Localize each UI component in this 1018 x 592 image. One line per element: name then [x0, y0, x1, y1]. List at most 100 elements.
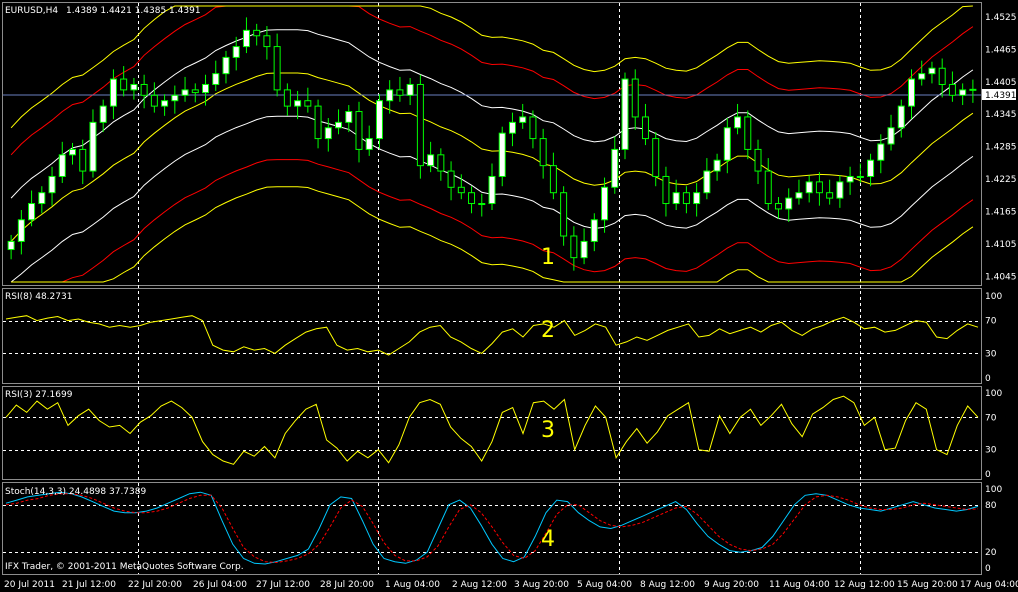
stoch-tick-label: 100: [985, 485, 1002, 495]
candle-body: [48, 175, 56, 194]
trading-chart[interactable]: 1.4525 1.4465 1.4405 1.4345 1.4285 1.4225 1.41…: [0, 0, 1018, 592]
chart-background: [0, 0, 1018, 592]
time-tick-label: 5 Aug 04:00: [577, 580, 632, 590]
candle-body: [416, 83, 424, 167]
candle-body: [734, 116, 742, 129]
rsi3-tick-label: 0: [985, 470, 991, 480]
candle-body: [120, 78, 128, 91]
time-tick-label: 8 Aug 12:00: [640, 580, 695, 590]
candle-body: [887, 127, 895, 145]
candle-body: [130, 83, 138, 91]
candle-body: [519, 116, 527, 123]
candle-body: [815, 181, 823, 194]
ohlc-readout: 1.4389 1.4421 1.4385 1.4391: [66, 6, 201, 16]
candle-body: [447, 170, 455, 188]
candle-body: [202, 83, 210, 94]
candle-body: [785, 197, 793, 210]
candle-body: [232, 46, 240, 58]
stoch-tick-label: 20: [985, 548, 997, 558]
candle-body: [324, 127, 332, 140]
candle-body: [79, 148, 87, 172]
candle-body: [641, 116, 649, 140]
candle-body: [938, 67, 946, 85]
price-tick-label: 1.4345: [985, 110, 1017, 120]
candle-body: [560, 192, 568, 237]
rsi3-tick-label: 100: [985, 389, 1002, 399]
candle-body: [212, 73, 220, 85]
candle-body: [181, 89, 189, 96]
candle-body: [150, 94, 158, 107]
stoch-tick-label: 80: [985, 501, 997, 511]
candle-body: [109, 78, 117, 107]
candle-body: [570, 235, 578, 259]
time-tick-label: 22 Jul 20:00: [128, 580, 182, 590]
candle-body: [897, 105, 905, 129]
candle-body: [38, 192, 46, 205]
candle-body: [427, 154, 435, 167]
candle-body: [877, 143, 885, 161]
time-tick-label: 27 Jul 12:00: [256, 580, 310, 590]
candle-body: [795, 192, 803, 199]
candle-body: [457, 186, 465, 194]
candle-body: [652, 138, 660, 177]
candle-body: [621, 78, 629, 150]
candle-body: [590, 219, 598, 242]
rsi8-tick-label: 70: [985, 317, 997, 327]
time-tick-label: 11 Aug 04:00: [769, 580, 830, 590]
candle-body: [928, 67, 936, 75]
candle-body: [355, 111, 363, 150]
candle-body: [969, 88, 977, 91]
candle-body: [682, 192, 690, 205]
time-tick-label: 26 Jul 04:00: [193, 580, 247, 590]
candle-body: [754, 148, 762, 172]
price-tick-label: 1.4525: [985, 13, 1017, 23]
candle-body: [294, 100, 302, 107]
stoch-label: Stoch(14,3,3) 24.4898 37.7389: [5, 487, 146, 497]
candle-body: [69, 148, 77, 156]
candle-body: [672, 192, 680, 205]
candle-body: [253, 29, 261, 37]
candle-body: [836, 181, 844, 199]
candle-body: [191, 89, 199, 94]
rsi3-label: RSI(3) 27.1699: [5, 390, 73, 400]
candle-body: [529, 116, 537, 140]
candle-body: [437, 154, 445, 172]
candle-body: [273, 46, 281, 91]
candle-body: [867, 159, 875, 177]
price-tick-label: 1.4105: [985, 240, 1017, 250]
time-tick-label: 20 Jul 2011: [4, 580, 55, 590]
candle-body: [161, 100, 169, 107]
candle-body: [948, 83, 956, 96]
candle-body: [498, 132, 506, 177]
time-tick-label: 17 Aug 04:00: [960, 580, 1018, 590]
price-tick-label: 1.4465: [985, 45, 1017, 55]
time-tick-label: 21 Jul 12:00: [62, 580, 116, 590]
price-tick-label: 1.4405: [985, 78, 1017, 88]
candle-body: [713, 159, 721, 172]
candle-body: [764, 170, 772, 205]
time-tick-label: 15 Aug 20:00: [897, 580, 958, 590]
candle-body: [468, 192, 476, 205]
candle-body: [28, 203, 36, 221]
candle-body: [662, 175, 670, 205]
candle-body: [263, 35, 271, 48]
annotation-1: 1: [541, 245, 555, 270]
candle-body: [140, 83, 148, 96]
candle-body: [242, 29, 250, 48]
candle-body: [99, 105, 107, 123]
candle-body: [805, 181, 813, 194]
candle-body: [846, 175, 854, 183]
candle-body: [335, 121, 343, 129]
symbol-title: EURUSD,H4: [5, 6, 58, 16]
candle-body: [959, 89, 967, 96]
candle-body: [89, 121, 97, 172]
candle-body: [856, 175, 864, 178]
rsi3-tick-label: 70: [985, 413, 997, 423]
candle-body: [907, 78, 915, 107]
candle-body: [222, 56, 230, 75]
candle-body: [345, 111, 353, 123]
current-price-tag: 1.4391: [985, 91, 1017, 101]
candle-body: [508, 121, 516, 134]
rsi8-tick-label: 100: [985, 292, 1002, 302]
time-tick-label: 3 Aug 20:00: [514, 580, 569, 590]
